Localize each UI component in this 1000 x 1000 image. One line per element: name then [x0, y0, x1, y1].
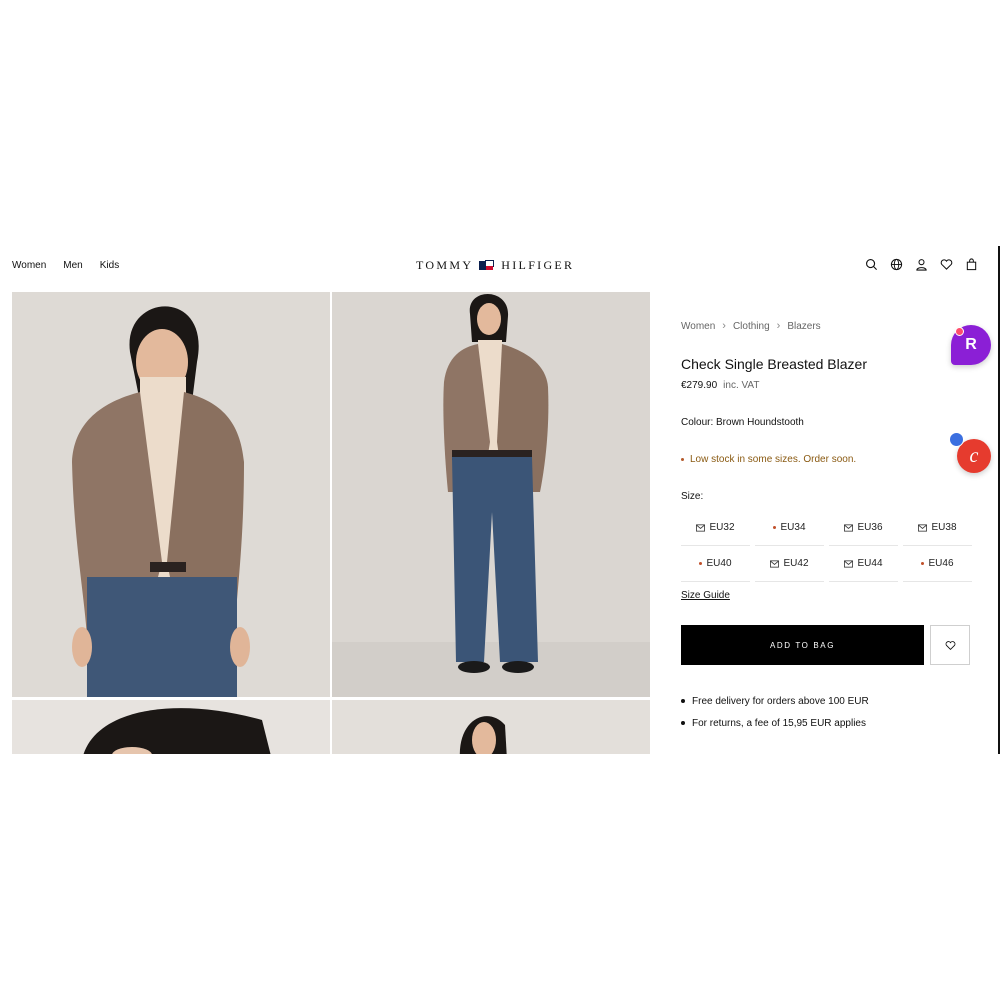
chevron-right-icon: ›	[722, 320, 726, 332]
size-label-text: EU46	[928, 558, 954, 569]
extension-helper-icon[interactable]	[949, 432, 964, 447]
product-gallery	[12, 292, 650, 754]
bullet-icon	[681, 699, 685, 703]
size-label-text: EU38	[931, 522, 957, 533]
chevron-right-icon: ›	[776, 320, 781, 332]
product-image-detail[interactable]	[12, 700, 330, 754]
size-label-text: EU34	[780, 522, 806, 533]
low-stock-dot-icon	[773, 526, 777, 529]
low-stock-dot-icon	[699, 562, 703, 565]
product-title: Check Single Breasted Blazer	[681, 356, 867, 372]
browser-viewport: Women Men Kids TOMMY HILFIGER Women › Cl…	[0, 246, 1000, 754]
nav-men[interactable]: Men	[63, 260, 82, 271]
breadcrumb-clothing[interactable]: Clothing	[733, 321, 770, 332]
size-option-eu42[interactable]: EU42	[755, 546, 824, 582]
price-row: €279.90 inc. VAT	[681, 380, 759, 391]
product-image-back[interactable]	[332, 700, 650, 754]
envelope-icon	[918, 523, 928, 532]
size-label-text: EU44	[857, 558, 883, 569]
stock-dot-icon	[681, 458, 684, 461]
breadcrumb: Women › Clothing › Blazers	[681, 320, 821, 332]
size-option-eu32[interactable]: EU32	[681, 510, 750, 546]
flag-icon	[479, 260, 495, 270]
breadcrumb-women[interactable]: Women	[681, 321, 715, 332]
envelope-icon	[770, 559, 780, 568]
brand-logo[interactable]: TOMMY HILFIGER	[416, 258, 574, 273]
product-image-full[interactable]	[332, 292, 650, 697]
size-option-eu34[interactable]: EU34	[755, 510, 824, 546]
nav-women[interactable]: Women	[12, 260, 46, 271]
colour-label: Colour: Brown Houndstooth	[681, 417, 804, 428]
main-nav: Women Men Kids	[12, 260, 119, 271]
size-label-text: EU36	[857, 522, 883, 533]
size-option-eu38[interactable]: EU38	[903, 510, 972, 546]
notification-badge-icon	[955, 327, 964, 336]
product-details: Women › Clothing › Blazers Check Single …	[681, 246, 981, 754]
envelope-icon	[696, 523, 706, 532]
size-option-eu40[interactable]: EU40	[681, 546, 750, 582]
add-to-bag-button[interactable]: ADD TO BAG	[681, 625, 924, 665]
nav-kids[interactable]: Kids	[100, 260, 119, 271]
size-option-eu44[interactable]: EU44	[829, 546, 898, 582]
size-option-eu36[interactable]: EU36	[829, 510, 898, 546]
wishlist-button[interactable]	[930, 625, 970, 665]
logo-text-right: HILFIGER	[501, 258, 575, 272]
size-selector: EU32 EU34 EU36 EU38 EU40 EU42 EU44 EU46	[681, 510, 972, 582]
envelope-icon	[844, 523, 854, 532]
logo-text-left: TOMMY	[416, 258, 474, 272]
benefit-delivery: Free delivery for orders above 100 EUR	[692, 695, 869, 707]
size-label-text: EU40	[706, 558, 732, 569]
stock-text: Low stock in some sizes. Order soon.	[690, 454, 857, 465]
product-image-front[interactable]	[12, 292, 330, 697]
heart-icon	[945, 640, 955, 650]
vat-note: inc. VAT	[723, 380, 760, 391]
size-label-text: EU42	[783, 558, 809, 569]
size-option-eu46[interactable]: EU46	[903, 546, 972, 582]
size-label-text: EU32	[709, 522, 735, 533]
breadcrumb-blazers[interactable]: Blazers	[787, 321, 820, 332]
low-stock-dot-icon	[921, 562, 925, 565]
list-item: For returns, a fee of 15,95 EUR applies	[681, 712, 869, 734]
stock-notice: Low stock in some sizes. Order soon.	[681, 454, 856, 465]
size-guide-link[interactable]: Size Guide	[681, 590, 730, 601]
bullet-icon	[681, 721, 685, 725]
benefit-returns: For returns, a fee of 15,95 EUR applies	[692, 717, 866, 729]
size-label: Size:	[681, 491, 704, 502]
benefits-list: Free delivery for orders above 100 EUR F…	[681, 690, 869, 734]
product-price: €279.90	[681, 380, 718, 391]
envelope-icon	[844, 559, 854, 568]
list-item: Free delivery for orders above 100 EUR	[681, 690, 869, 712]
